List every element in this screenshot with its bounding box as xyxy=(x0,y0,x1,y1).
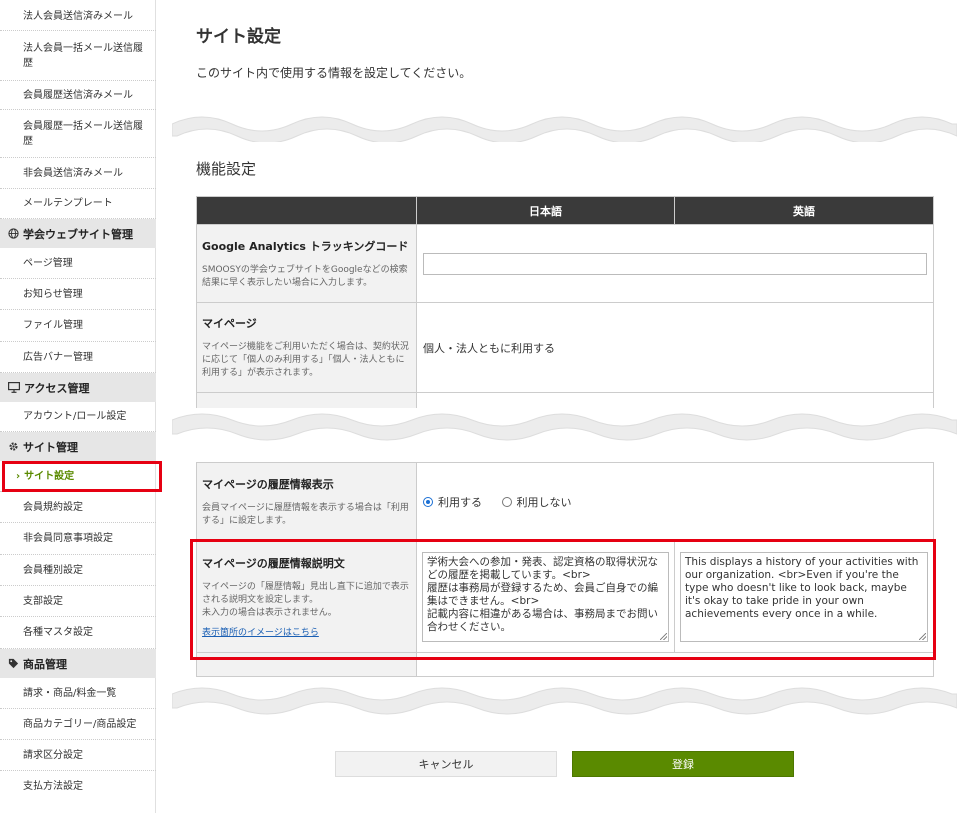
sidebar-item-file[interactable]: ファイル管理 xyxy=(0,310,156,342)
globe-icon xyxy=(8,228,19,239)
history-display-desc: 会員マイページに履歴情報を表示する場合は「利用する」に設定します。 xyxy=(202,502,409,526)
wave-divider-middle xyxy=(172,408,957,444)
mypage-label-cell: マイページ マイページ機能をご利用いただく場合は、契約状況に応じて「個人のみ利用… xyxy=(196,302,417,393)
history-display-label: マイページの履歴情報表示 xyxy=(202,477,334,491)
page-description: このサイト内で使用する情報を設定してください。 xyxy=(196,66,472,80)
page-title: サイト設定 xyxy=(196,27,281,47)
sidebar-item-member-terms[interactable]: 会員規約設定 xyxy=(0,492,156,523)
sidebar-section-label: 学会ウェブサイト管理 xyxy=(23,227,133,241)
sidebar-section-access[interactable]: アクセス管理 xyxy=(0,373,156,402)
monitor-icon xyxy=(8,382,20,393)
wave-divider-bottom xyxy=(172,682,957,718)
sidebar-item-branch[interactable]: 支部設定 xyxy=(0,586,156,617)
sidebar-section-label: 商品管理 xyxy=(23,657,67,671)
sidebar-item-master[interactable]: 各種マスタ設定 xyxy=(0,617,156,649)
ga-label: Google Analytics トラッキングコード xyxy=(202,239,409,253)
history-display-label-cell: マイページの履歴情報表示 会員マイページに履歴情報を表示する場合は「利用する」に… xyxy=(196,462,417,541)
sidebar-item-payment-method[interactable]: 支払方法設定 xyxy=(0,771,156,802)
ga-desc: SMOOSYの学会ウェブサイトをGoogleなどの検索結果に早く表示したい場合に… xyxy=(202,264,408,288)
radio-use-label: 利用する xyxy=(438,495,482,509)
sidebar: 法人会員送信済みメール 法人会員一括メール送信履歴 会員履歴送信済みメール 会員… xyxy=(0,0,156,813)
wave-divider-top xyxy=(172,116,957,142)
cancel-button[interactable]: キャンセル xyxy=(335,751,557,777)
sidebar-item-corp-sent-mail[interactable]: 法人会員送信済みメール xyxy=(0,2,156,31)
tag-icon xyxy=(8,658,19,669)
sidebar-item-billing-list[interactable]: 請求・商品/料金一覧 xyxy=(0,678,156,709)
radio-use[interactable]: 利用する xyxy=(423,494,482,510)
header-label-col xyxy=(196,196,417,225)
highlight-box-history-desc xyxy=(190,539,936,660)
ga-value-cell xyxy=(416,224,934,303)
submit-button[interactable]: 登録 xyxy=(572,751,794,777)
sidebar-item-page[interactable]: ページ管理 xyxy=(0,248,156,279)
sidebar-item-corp-bulk-mail-history[interactable]: 法人会員一括メール送信履歴 xyxy=(0,31,156,81)
header-en: 英語 xyxy=(674,196,934,225)
mypage-label: マイページ xyxy=(202,317,257,330)
ga-tracking-input[interactable] xyxy=(423,252,927,275)
mypage-value: 個人・法人ともに利用する xyxy=(416,302,934,393)
header-ja: 日本語 xyxy=(416,196,675,225)
sidebar-item-news[interactable]: お知らせ管理 xyxy=(0,279,156,310)
radio-use-dot[interactable] xyxy=(423,496,433,507)
ga-label-cell: Google Analytics トラッキングコード SMOOSYの学会ウェブサ… xyxy=(196,224,417,303)
sidebar-item-nonmember-consent[interactable]: 非会員同意事項設定 xyxy=(0,523,156,555)
sidebar-item-mail-template[interactable]: メールテンプレート xyxy=(0,189,156,219)
sidebar-item-banner[interactable]: 広告バナー管理 xyxy=(0,342,156,373)
settings-table-upper: 日本語 英語 Google Analytics トラッキングコード SMOOSY… xyxy=(196,196,934,423)
gear-icon xyxy=(9,442,18,451)
section-title: 機能設定 xyxy=(196,160,257,178)
radio-not-use-dot[interactable] xyxy=(501,496,512,507)
sidebar-section-site[interactable]: サイト管理 xyxy=(0,432,156,461)
main-content: サイト設定 このサイト内で使用する情報を設定してください。 機能設定 日本語 英… xyxy=(172,0,957,813)
sidebar-item-member-type[interactable]: 会員種別設定 xyxy=(0,555,156,586)
history-display-value-cell: 利用する 利用しない xyxy=(416,462,934,541)
highlight-box-sidebar xyxy=(2,461,162,492)
radio-not-use-label: 利用しない xyxy=(516,495,572,509)
sidebar-item-nonmember-sent-mail[interactable]: 非会員送信済みメール xyxy=(0,158,156,189)
sidebar-section-product[interactable]: 商品管理 xyxy=(0,649,156,678)
mypage-desc: マイページ機能をご利用いただく場合は、契約状況に応じて「個人のみ利用する」「個人… xyxy=(202,342,409,378)
sidebar-section-label: サイト管理 xyxy=(23,440,78,454)
sidebar-section-label: アクセス管理 xyxy=(24,381,90,395)
radio-not-use[interactable]: 利用しない xyxy=(501,494,572,510)
sidebar-item-member-history-sent-mail[interactable]: 会員履歴送信済みメール xyxy=(0,81,156,110)
sidebar-section-web[interactable]: 学会ウェブサイト管理 xyxy=(0,219,156,248)
sidebar-item-billing-class[interactable]: 請求区分設定 xyxy=(0,740,156,771)
sidebar-item-member-history-bulk-mail[interactable]: 会員履歴一括メール送信履歴 xyxy=(0,110,156,158)
sidebar-item-account-role[interactable]: アカウント/ロール設定 xyxy=(0,402,156,432)
sidebar-item-product-category[interactable]: 商品カテゴリー/商品設定 xyxy=(0,709,156,740)
